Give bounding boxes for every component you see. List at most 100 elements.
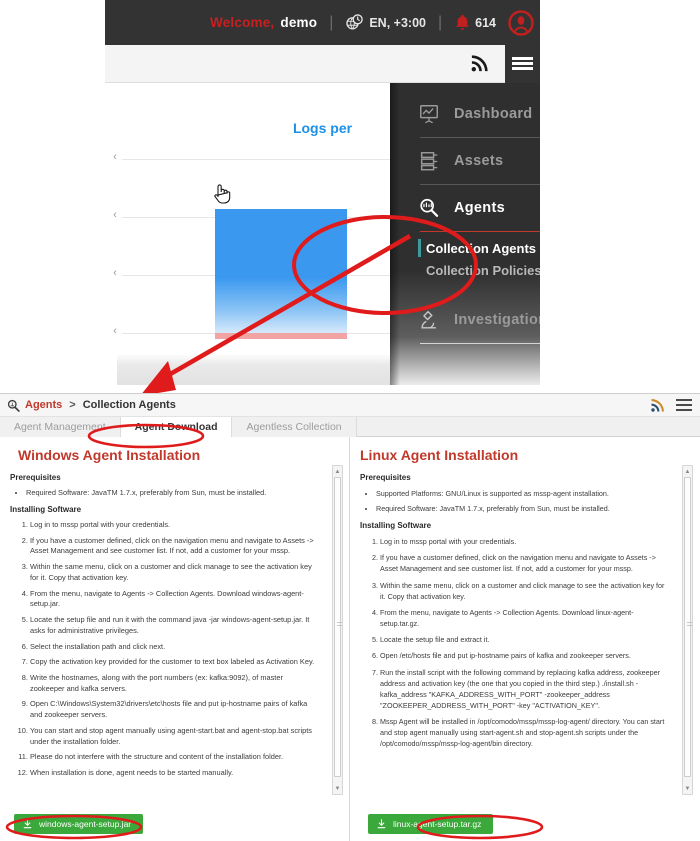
installation-panes: Windows Agent Installation Prerequisites… xyxy=(0,437,700,841)
rss-icon[interactable] xyxy=(470,54,489,73)
list-item: Supported Platforms: GNU/Linux is suppor… xyxy=(376,488,666,499)
language-label: EN, +3:00 xyxy=(369,15,426,30)
app-header-bar: Welcome, demo | EN, +3:00 | 614 xyxy=(105,0,540,45)
search-magnifier-icon xyxy=(7,399,20,412)
tab-label: Agent Download xyxy=(134,421,218,433)
rss-icon[interactable] xyxy=(650,398,665,413)
list-item: From the menu, navigate to Agents -> Col… xyxy=(30,589,319,610)
download-icon xyxy=(23,819,32,829)
list-item: If you have a customer defined, click on… xyxy=(30,536,319,557)
chart-bar-baseline xyxy=(215,333,347,339)
list-item: Required Software: JavaTM 1.7.x, prefera… xyxy=(376,503,666,514)
windows-doc: Prerequisites Required Software: JavaTM … xyxy=(10,472,341,779)
header-separator-2: | xyxy=(437,13,443,31)
list-item: Run the install script with the followin… xyxy=(380,667,666,712)
list-item: When installation is done, agent needs t… xyxy=(30,768,319,779)
tab-agent-download[interactable]: Agent Download xyxy=(120,417,233,437)
install-heading: Installing Software xyxy=(10,505,82,515)
username: demo xyxy=(280,15,318,30)
hamburger-menu-button[interactable] xyxy=(505,44,540,83)
chart-bar[interactable] xyxy=(215,209,347,333)
scroll-down-arrow[interactable]: ▼ xyxy=(683,783,692,794)
agent-download-page: Agents > Collection Agents Agent Managem… xyxy=(0,393,700,841)
nav-subitem-label: Collection Policies xyxy=(426,262,540,278)
list-item: Please do not interfere with the structu… xyxy=(30,752,319,763)
scroll-down-arrow[interactable]: ▼ xyxy=(333,783,342,794)
list-item: Mssp Agent will be installed in /opt/com… xyxy=(380,716,666,749)
prereq-list: Required Software: JavaTM 1.7.x, prefera… xyxy=(26,488,319,499)
chart-ytick: ‹ xyxy=(113,325,117,337)
nav-item-assets[interactable]: Assets xyxy=(390,138,540,184)
tab-agent-management[interactable]: Agent Management xyxy=(0,417,121,437)
windows-download-button[interactable]: windows-agent-setup.jar xyxy=(14,814,144,834)
nav-item-label: Investigation xyxy=(454,312,540,328)
windows-installation-pane: Windows Agent Installation Prerequisites… xyxy=(0,437,350,841)
install-steps: Log in to mssp portal with your credenti… xyxy=(380,536,666,750)
linux-scrollbar[interactable]: ▲ ▼ xyxy=(682,465,693,795)
nav-subitem-collection-agents[interactable]: Collection Agents xyxy=(390,237,540,259)
scroll-up-arrow[interactable]: ▲ xyxy=(683,466,692,477)
install-heading: Installing Software xyxy=(360,520,432,530)
scroll-up-arrow[interactable]: ▲ xyxy=(333,466,342,477)
download-icon xyxy=(377,819,386,829)
nav-item-label: Dashboard xyxy=(454,106,533,122)
linux-installation-pane: Linux Agent Installation Prerequisites S… xyxy=(350,437,700,841)
navigation-screenshot: Welcome, demo | EN, +3:00 | 614 Logs per… xyxy=(105,0,540,385)
agents-magnifier-icon xyxy=(420,198,439,217)
install-steps: Log in to mssp portal with your credenti… xyxy=(30,520,319,779)
list-item: Within the same menu, click on a custome… xyxy=(30,562,319,583)
breadcrumb-bar: Agents > Collection Agents xyxy=(0,394,700,417)
windows-pane-title: Windows Agent Installation xyxy=(18,447,201,463)
nav-subitem-label: Collection Agents xyxy=(426,240,537,256)
nav-item-label: Assets xyxy=(454,153,504,169)
tab-label: Agent Management xyxy=(14,421,106,433)
list-item: Log in to mssp portal with your credenti… xyxy=(30,520,319,531)
language-selector[interactable]: EN, +3:00 xyxy=(345,13,426,32)
windows-scrollbar[interactable]: ▲ ▼ xyxy=(332,465,343,795)
list-item: Open C:\Windows\System32\drivers\etc\hos… xyxy=(30,699,319,720)
chart-ytick: ‹ xyxy=(113,267,117,279)
nav-item-dashboard[interactable]: Dashboard xyxy=(390,91,540,137)
chart-ytick: ‹ xyxy=(113,209,117,221)
breadcrumb-current: Collection Agents xyxy=(82,399,176,411)
chart-ytick: ‹ xyxy=(113,151,117,163)
nav-item-agents[interactable]: Agents xyxy=(390,185,540,231)
welcome-greeting: Welcome, demo xyxy=(210,15,317,30)
windows-download-label: windows-agent-setup.jar xyxy=(39,819,132,829)
list-item: Locate the setup file and extract it. xyxy=(380,634,666,645)
notifications[interactable]: 614 xyxy=(454,13,496,32)
notification-count: 614 xyxy=(475,15,496,30)
app-subheader-bar xyxy=(105,44,540,83)
tab-label: Agentless Collection xyxy=(246,421,342,433)
dashboard-icon xyxy=(420,105,438,124)
tab-bar: Agent Management Agent Download Agentles… xyxy=(0,417,700,437)
header-separator-1: | xyxy=(329,13,334,31)
list-item: You can start and stop agent manually us… xyxy=(30,726,319,747)
scroll-thumb[interactable] xyxy=(334,477,342,777)
nav-subitem-collection-policies[interactable]: Collection Policies xyxy=(390,259,540,281)
prereq-heading: Prerequisites xyxy=(10,473,61,482)
navigation-dropdown-menu: Dashboard Assets Agents Collection Agent… xyxy=(390,83,540,385)
breadcrumb-root[interactable]: Agents xyxy=(25,399,62,411)
welcome-label: Welcome, xyxy=(210,15,275,30)
list-item: Locate the setup file and run it with th… xyxy=(30,615,319,636)
nav-item-investigation[interactable]: Investigation xyxy=(390,297,540,343)
scroll-grip xyxy=(337,622,342,628)
list-item: From the menu, navigate to Agents -> Col… xyxy=(380,607,666,629)
globe-clock-icon xyxy=(346,14,364,30)
list-item: Open /etc/hosts file and put ip-hostname… xyxy=(380,650,666,661)
hamburger-menu-icon[interactable] xyxy=(676,396,692,413)
linux-download-button[interactable]: linux-agent-setup.tar.gz xyxy=(368,814,494,834)
linux-doc: Prerequisites Supported Platforms: GNU/L… xyxy=(360,472,692,750)
nav-item-label: Agents xyxy=(454,200,505,216)
scroll-grip xyxy=(687,622,692,628)
list-item: Write the hostnames, along with the port… xyxy=(30,673,319,694)
tab-agentless-collection[interactable]: Agentless Collection xyxy=(232,417,357,437)
microscope-icon xyxy=(421,310,436,329)
bell-icon xyxy=(456,14,469,31)
list-item: Within the same menu, click on a custome… xyxy=(380,580,666,602)
scroll-thumb[interactable] xyxy=(684,477,692,777)
user-avatar-icon[interactable] xyxy=(508,9,534,36)
prereq-list: Supported Platforms: GNU/Linux is suppor… xyxy=(376,488,666,513)
assets-server-icon xyxy=(420,152,438,171)
